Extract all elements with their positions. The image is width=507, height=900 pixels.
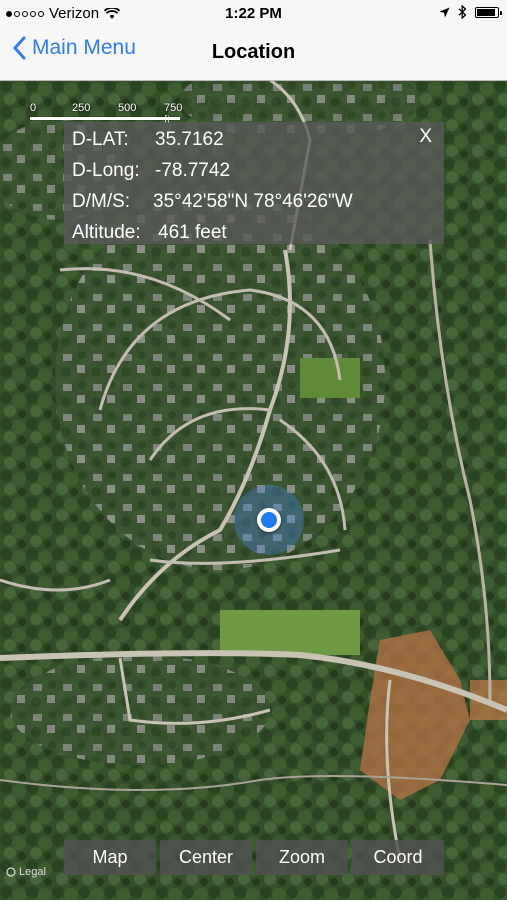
status-time: 1:22 PM <box>225 5 282 22</box>
satellite-map[interactable]: 0 250 500 750 ft X D-LAT: 35.7162 D-Long:… <box>0 80 507 900</box>
scale-label: 250 <box>72 102 91 114</box>
info-row-long: D-Long: -78.7742 <box>72 156 230 186</box>
map-button[interactable]: Map <box>64 840 156 875</box>
status-right <box>439 5 502 19</box>
maps-logo-icon <box>6 867 16 877</box>
info-row-dms: D/M/S: 35°42'58"N 78°46'26"W <box>72 187 353 217</box>
info-label: Altitude: <box>72 222 141 243</box>
info-label: D-LAT: <box>72 129 129 150</box>
coordinate-info-panel: X D-LAT: 35.7162 D-Long: -78.7742 D/M/S: 35… <box>64 122 444 244</box>
battery-icon <box>475 6 502 18</box>
info-value: 461 feet <box>158 222 227 243</box>
info-row-lat: D-LAT: 35.7162 <box>72 125 224 155</box>
info-value: -78.7742 <box>155 160 231 181</box>
info-value: 35°42'58"N 78°46'26"W <box>153 191 353 212</box>
scale-line <box>30 117 180 120</box>
current-location-icon[interactable] <box>257 508 281 532</box>
info-value: 35.7162 <box>155 129 224 150</box>
legal-link[interactable]: Legal <box>6 866 46 878</box>
info-label: D/M/S: <box>72 191 131 212</box>
scale-label: 500 <box>118 102 137 114</box>
close-info-button[interactable]: X <box>419 126 432 148</box>
center-button[interactable]: Center <box>160 840 252 875</box>
zoom-button[interactable]: Zoom <box>256 840 348 875</box>
info-row-altitude: Altitude: 461 feet <box>72 218 227 248</box>
map-scale-bar: 0 250 500 750 ft <box>30 102 182 126</box>
page-title: Location <box>211 41 296 63</box>
map-toolbar: Map Center Zoom Coord <box>64 840 444 875</box>
bluetooth-icon <box>458 5 467 19</box>
navigation-bar: Main Menu Location <box>0 28 507 81</box>
info-label: D-Long: <box>72 160 140 181</box>
location-screen: Verizon 1:22 PM Main Menu Location 0 250… <box>0 0 507 900</box>
legal-label: Legal <box>19 866 46 878</box>
status-bar: Verizon 1:22 PM <box>0 0 507 28</box>
coord-button[interactable]: Coord <box>352 840 444 875</box>
location-arrow-icon <box>439 7 450 17</box>
scale-label: 0 <box>30 102 37 114</box>
